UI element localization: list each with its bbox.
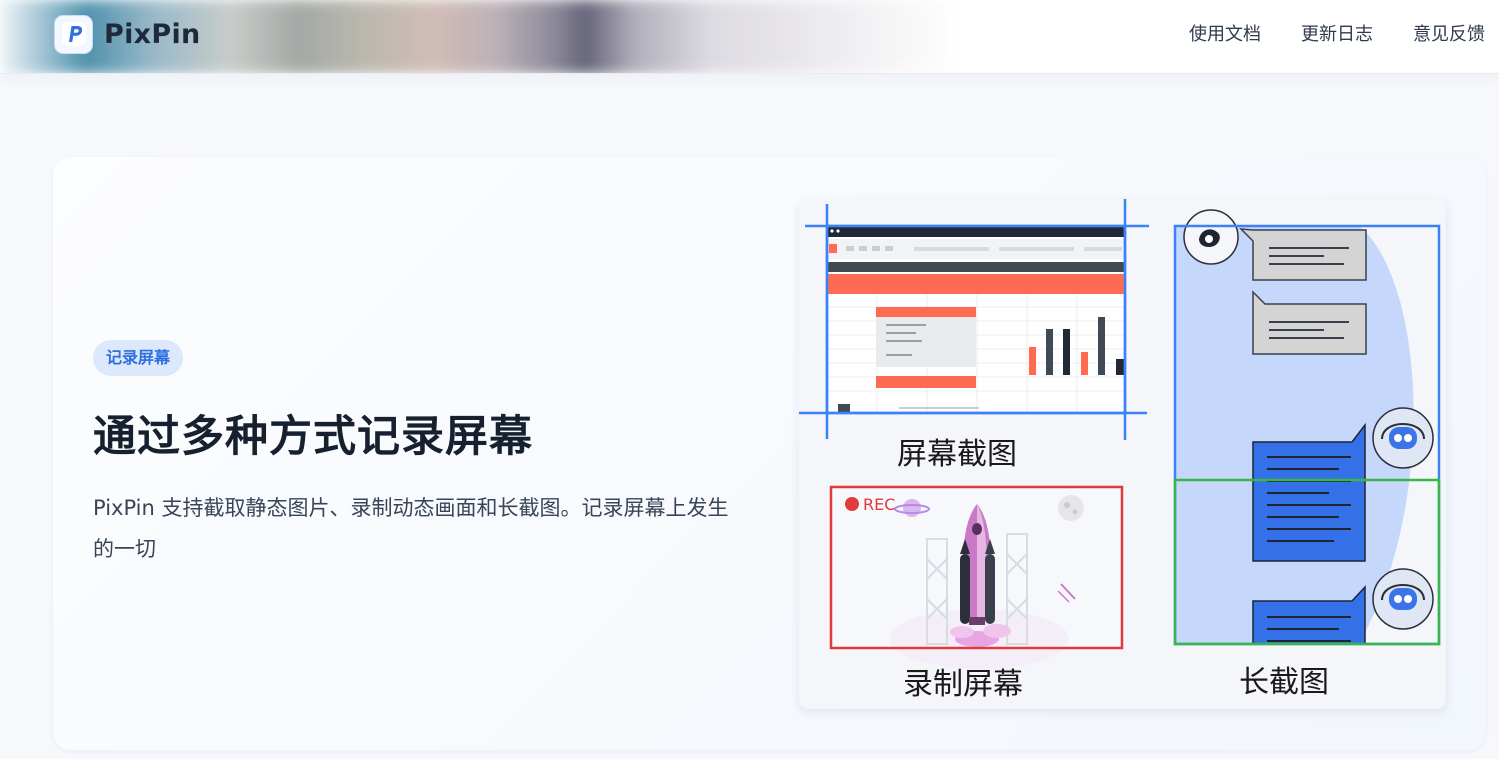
brand-name: PixPin	[104, 18, 201, 50]
screenshot-caption: 屏幕截图	[897, 437, 1017, 472]
nav-changelog-link[interactable]: 更新日志	[1301, 20, 1373, 46]
top-nav: 使用文档 更新日志 意见反馈	[1189, 20, 1485, 46]
robot-avatar-icon	[1372, 407, 1434, 469]
feature-description: PixPin 支持截取静态图片、录制动态画面和长截图。记录屏幕上发生的一切	[93, 496, 729, 561]
chat-bubble-blue-1	[1252, 422, 1366, 562]
brand[interactable]: PixPin	[54, 14, 201, 54]
feature-badge: 记录屏幕	[93, 340, 184, 376]
screenshot-scene-graphic	[799, 199, 1149, 440]
nav-docs-link[interactable]: 使用文档	[1189, 20, 1261, 46]
feature-illustration: 屏幕截图 REC 录制屏幕 长截图	[799, 199, 1446, 709]
record-caption: 录制屏幕	[903, 667, 1023, 702]
feature-title: 通过多种方式记录屏幕	[93, 412, 533, 462]
top-header: PixPin 使用文档 更新日志 意见反馈	[0, 0, 1499, 74]
long-screenshot-graphic	[1173, 209, 1441, 646]
rec-indicator-label: REC	[863, 495, 896, 514]
feature-card-record-screen: 记录屏幕 通过多种方式记录屏幕 PixPin 支持截取静态图片、录制动态画面和长…	[53, 157, 1486, 750]
robot-avatar-icon-2	[1372, 568, 1434, 630]
pixpin-logo-icon	[54, 14, 93, 54]
chat-bubble-gray-1	[1239, 228, 1367, 281]
long-screenshot-caption: 长截图	[1239, 665, 1329, 700]
rocket-recording-graphic	[829, 485, 1124, 669]
nav-feedback-link[interactable]: 意见反馈	[1413, 20, 1485, 46]
